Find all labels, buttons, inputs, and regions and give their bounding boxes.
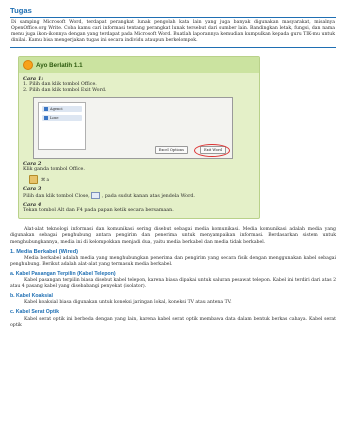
cara-3-step-after: , pada sudut kanan atas jendela Word. — [101, 194, 195, 200]
subsection-c-title: c. Kabel Serat Optik — [10, 309, 60, 316]
subsection-a-paragraph: Kabel pasangan terpilin biasa disebut ka… — [10, 278, 336, 290]
menu-item: Lose — [42, 115, 82, 122]
ayo-berlatih-header: Ayo Berlatih 1.1 — [19, 57, 259, 74]
cara-3-step-before: Pilih dan klik tombol Close, — [23, 194, 90, 200]
cara-4-step: Tekan tombol Alt dan F4 pada papan ketik… — [23, 208, 174, 214]
subsection-b-paragraph: Kabel koaksial biasa digunakan untuk kon… — [24, 300, 232, 306]
cara-1-step-2: 2. Pilih dan klik tombol Exit Word. — [23, 88, 107, 94]
body-text: Alat-alat teknologi informasi dan komuni… — [10, 227, 336, 328]
office-menu-panel: Agenci Lose — [38, 102, 86, 151]
close-button-icon — [91, 192, 101, 200]
subsection-c-paragraph: Kabel serat optik ini berbeda dengan yan… — [10, 316, 336, 328]
document-page: Tugas Di samping Microsoft Word, terdapa… — [10, 6, 336, 330]
highlight-circle — [194, 144, 230, 158]
office-button-caption: ⌘ a — [41, 177, 50, 183]
office-button-icon — [29, 175, 38, 185]
tugas-box: Di samping Microsoft Word, terdapat pera… — [10, 17, 336, 49]
menu-item: Agenci — [42, 106, 82, 113]
cara-2-step: Klik ganda tombol Office. — [23, 167, 85, 173]
tugas-text: Di samping Microsoft Word, terdapat pera… — [11, 20, 335, 44]
office-button-row: ⌘ a — [29, 175, 255, 185]
subsection-a-title: a. Kabel Pasangan Terpilin (Kabel Telepo… — [10, 270, 116, 277]
ayo-berlatih-title: Ayo Berlatih 1.1 — [36, 61, 83, 69]
activity-badge-icon — [23, 60, 33, 71]
tugas-heading: Tugas — [10, 6, 32, 15]
ayo-berlatih-box: Ayo Berlatih 1.1 Cara 1: 1. Pilih dan kl… — [18, 56, 260, 220]
intro-paragraph: Alat-alat teknologi informasi dan komuni… — [10, 227, 336, 245]
subsection-b-title: b. Kabel Koaksial — [10, 293, 53, 300]
office-menu-screenshot: Agenci Lose Excel Options Exit Word — [33, 97, 233, 160]
cara-3-step: Pilih dan klik tombol Close, , pada sudu… — [23, 192, 255, 200]
section-1-paragraph: Media berkabel adalah media yang menghub… — [10, 255, 336, 267]
excel-options-button: Excel Options — [154, 146, 188, 155]
section-1-title: 1. Media Berkabel (Wired) — [10, 248, 79, 255]
